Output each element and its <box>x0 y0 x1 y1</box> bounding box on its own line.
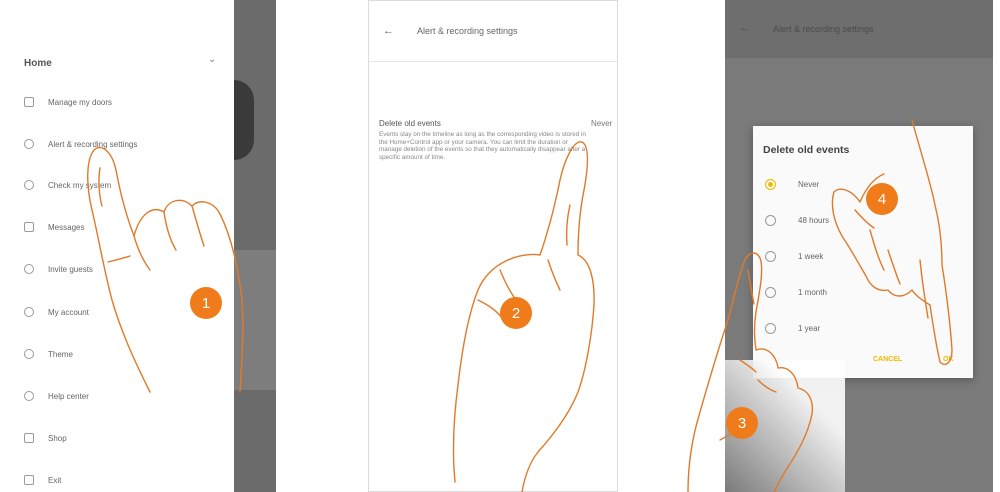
menu-item-check-system[interactable]: Check my system <box>24 175 111 195</box>
app-bar: ← Alert & recording settings <box>369 1 617 62</box>
radio-icon <box>765 286 776 298</box>
step-marker-2: 2 <box>500 297 532 329</box>
background-shape <box>234 250 276 390</box>
menu-item-account[interactable]: My account <box>24 302 89 322</box>
ok-button[interactable]: OK <box>943 356 954 363</box>
menu-item-label: Messages <box>48 222 85 232</box>
radio-icon <box>765 214 776 226</box>
theme-icon <box>24 349 34 359</box>
shop-icon <box>24 433 34 443</box>
radio-icon <box>765 250 776 262</box>
menu-item-label: Exit <box>48 475 62 485</box>
radio-option-1-year[interactable]: 1 year <box>765 320 820 336</box>
menu-item-help[interactable]: Help center <box>24 386 89 406</box>
menu-item-label: Alert & recording settings <box>48 139 138 149</box>
background-shape <box>234 80 254 160</box>
menu-item-manage-doors[interactable]: Manage my doors <box>24 92 112 112</box>
menu-item-label: My account <box>48 307 89 317</box>
radio-option-never[interactable]: Never <box>765 176 819 192</box>
navigation-drawer: Home ⌄ Manage my doors Alert & recording… <box>8 0 234 492</box>
radio-option-48-hours[interactable]: 48 hours <box>765 212 829 228</box>
chevron-down-icon[interactable]: ⌄ <box>208 54 216 65</box>
menu-item-label: Manage my doors <box>48 97 113 107</box>
alert-settings-icon <box>24 139 34 149</box>
page-title: Alert & recording settings <box>773 24 874 34</box>
option-label: 48 hours <box>798 215 830 225</box>
option-label: 1 month <box>798 287 827 297</box>
option-label: 1 week <box>798 251 824 261</box>
menu-item-theme[interactable]: Theme <box>24 344 73 364</box>
background-app <box>234 0 276 492</box>
setting-description: Events stay on the timeline as long as t… <box>379 131 586 161</box>
page-title: Alert & recording settings <box>417 26 518 36</box>
drawer-title: Home <box>24 58 52 69</box>
setting-value: Never <box>591 119 613 128</box>
messages-icon <box>24 222 34 232</box>
back-arrow-icon[interactable]: ← <box>739 22 750 34</box>
radio-option-1-week[interactable]: 1 week <box>765 248 823 264</box>
step-marker-4: 4 <box>866 183 898 215</box>
menu-item-shop[interactable]: Shop <box>24 428 67 448</box>
door-icon <box>24 97 34 107</box>
back-arrow-icon[interactable]: ← <box>383 25 394 37</box>
menu-item-label: Theme <box>48 349 73 359</box>
help-icon <box>24 391 34 401</box>
step-marker-1: 1 <box>190 287 222 319</box>
screen-alert-settings: ← Alert & recording settings Delete old … <box>368 0 618 492</box>
radio-selected-icon <box>765 178 776 190</box>
menu-item-label: Check my system <box>48 180 112 190</box>
option-label: 1 year <box>798 323 821 333</box>
account-icon <box>24 307 34 317</box>
setting-label: Delete old events <box>379 119 441 128</box>
screen-side-menu: Home ⌄ Manage my doors Alert & recording… <box>8 0 276 492</box>
radio-option-1-month[interactable]: 1 month <box>765 284 827 300</box>
cancel-button[interactable]: CANCEL <box>873 356 902 363</box>
delete-old-events-dialog: Delete old events Never 48 hours 1 week … <box>753 126 973 378</box>
radio-icon <box>765 322 776 334</box>
menu-item-exit[interactable]: Exit <box>24 470 61 490</box>
invite-icon <box>24 264 34 274</box>
menu-item-label: Invite guests <box>48 264 93 274</box>
screen-delete-dialog: ← Alert & recording settings Delete old … <box>725 0 993 492</box>
check-icon <box>24 180 34 190</box>
app-bar: ← Alert & recording settings <box>725 0 993 58</box>
menu-item-invite[interactable]: Invite guests <box>24 259 93 279</box>
menu-item-label: Shop <box>48 433 67 443</box>
exit-icon <box>24 475 34 485</box>
menu-item-messages[interactable]: Messages <box>24 217 84 237</box>
dialog-title: Delete old events <box>763 144 850 156</box>
option-label: Never <box>798 179 820 189</box>
step-marker-3: 3 <box>726 407 758 439</box>
menu-item-label: Help center <box>48 391 89 401</box>
menu-item-alert-settings[interactable]: Alert & recording settings <box>24 134 137 154</box>
